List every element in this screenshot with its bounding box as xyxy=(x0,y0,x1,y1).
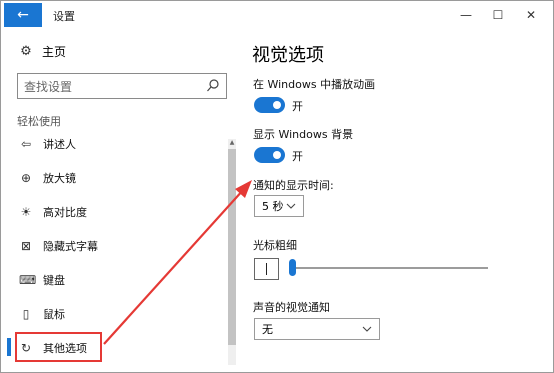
visual-notification-label: 声音的视觉通知 xyxy=(253,301,330,314)
sidebar-item-label: 隐藏式字幕 xyxy=(43,240,98,253)
search-box[interactable] xyxy=(17,73,227,99)
animations-label: 在 Windows 中播放动画 xyxy=(253,78,376,91)
title-bar: ← 设置 — ☐ ✕ xyxy=(1,1,553,31)
brightness-icon: ☀ xyxy=(20,205,32,219)
mouse-icon: ▯ xyxy=(22,307,30,321)
sidebar-item-label: 高对比度 xyxy=(43,206,87,219)
sidebar-item-label: 键盘 xyxy=(43,274,65,287)
narrator-icon: ⇦ xyxy=(20,137,32,151)
background-toggle[interactable] xyxy=(254,147,285,163)
annotation-highlight-box xyxy=(15,332,102,362)
notification-duration-label: 通知的显示时间: xyxy=(253,179,334,192)
gear-icon: ⚙ xyxy=(20,44,32,59)
cursor-thickness-slider-track[interactable] xyxy=(294,267,488,269)
cursor-preview-line xyxy=(266,263,267,275)
app-title: 设置 xyxy=(53,10,75,23)
sidebar-item-mouse[interactable]: ▯ 鼠标 xyxy=(19,303,65,325)
minimize-button[interactable]: — xyxy=(451,5,481,25)
sidebar-scrollbar[interactable]: ▲ xyxy=(228,139,236,365)
chevron-down-icon xyxy=(286,203,296,209)
cursor-thickness-preview xyxy=(254,258,279,280)
sidebar-item-magnifier[interactable]: ⊕ 放大镜 xyxy=(19,167,76,189)
sidebar-item-narrator[interactable]: ⇦ 讲述人 xyxy=(19,133,76,155)
toggle-knob xyxy=(273,101,281,109)
magnifier-icon: ⊕ xyxy=(20,171,32,185)
chevron-down-icon xyxy=(362,326,372,332)
cursor-thickness-label: 光标粗细 xyxy=(253,239,297,252)
search-icon[interactable] xyxy=(206,78,220,94)
settings-window: ← 设置 — ☐ ✕ ⚙ 主页 轻松使用 ⇦ 讲述人 ⊕ 放大镜 ☀ 高对比度 xyxy=(0,0,554,373)
maximize-icon: ☐ xyxy=(492,8,504,22)
sidebar-item-closed-captions[interactable]: ⊠ 隐藏式字幕 xyxy=(19,235,98,257)
keyboard-icon: ⌨ xyxy=(19,273,37,287)
sidebar-item-label: 放大镜 xyxy=(43,172,76,185)
close-icon: ✕ xyxy=(525,8,537,22)
closed-captions-icon: ⊠ xyxy=(20,239,32,253)
active-item-indicator xyxy=(7,338,11,356)
sidebar-item-keyboard[interactable]: ⌨ 键盘 xyxy=(19,269,65,291)
page-title: 视觉选项 xyxy=(252,45,324,66)
notification-duration-select[interactable]: 5 秒 xyxy=(254,195,304,217)
visual-notification-select[interactable]: 无 xyxy=(254,318,380,340)
home-label: 主页 xyxy=(42,45,67,59)
scroll-thumb[interactable] xyxy=(228,149,236,345)
cursor-thickness-slider-thumb[interactable] xyxy=(289,259,296,276)
sidebar-item-label: 鼠标 xyxy=(43,308,65,321)
search-input[interactable] xyxy=(24,78,200,96)
scroll-up-arrow-icon[interactable]: ▲ xyxy=(228,139,236,147)
section-label-ease-of-access: 轻松使用 xyxy=(17,115,61,128)
sidebar-item-label: 讲述人 xyxy=(43,138,76,151)
toggle-knob xyxy=(273,151,281,159)
visual-notification-value: 无 xyxy=(262,323,273,336)
animations-toggle[interactable] xyxy=(254,97,285,113)
minimize-icon: — xyxy=(460,8,472,22)
maximize-button[interactable]: ☐ xyxy=(483,5,513,25)
sidebar-item-high-contrast[interactable]: ☀ 高对比度 xyxy=(19,201,87,223)
close-button[interactable]: ✕ xyxy=(516,5,546,25)
animations-toggle-state: 开 xyxy=(292,100,303,113)
back-button[interactable]: ← xyxy=(4,3,42,27)
back-arrow-icon: ← xyxy=(17,7,29,23)
background-toggle-state: 开 xyxy=(292,150,303,163)
sidebar-item-home[interactable]: ⚙ 主页 xyxy=(19,43,66,60)
background-label: 显示 Windows 背景 xyxy=(253,128,354,141)
notification-duration-value: 5 秒 xyxy=(262,200,284,213)
